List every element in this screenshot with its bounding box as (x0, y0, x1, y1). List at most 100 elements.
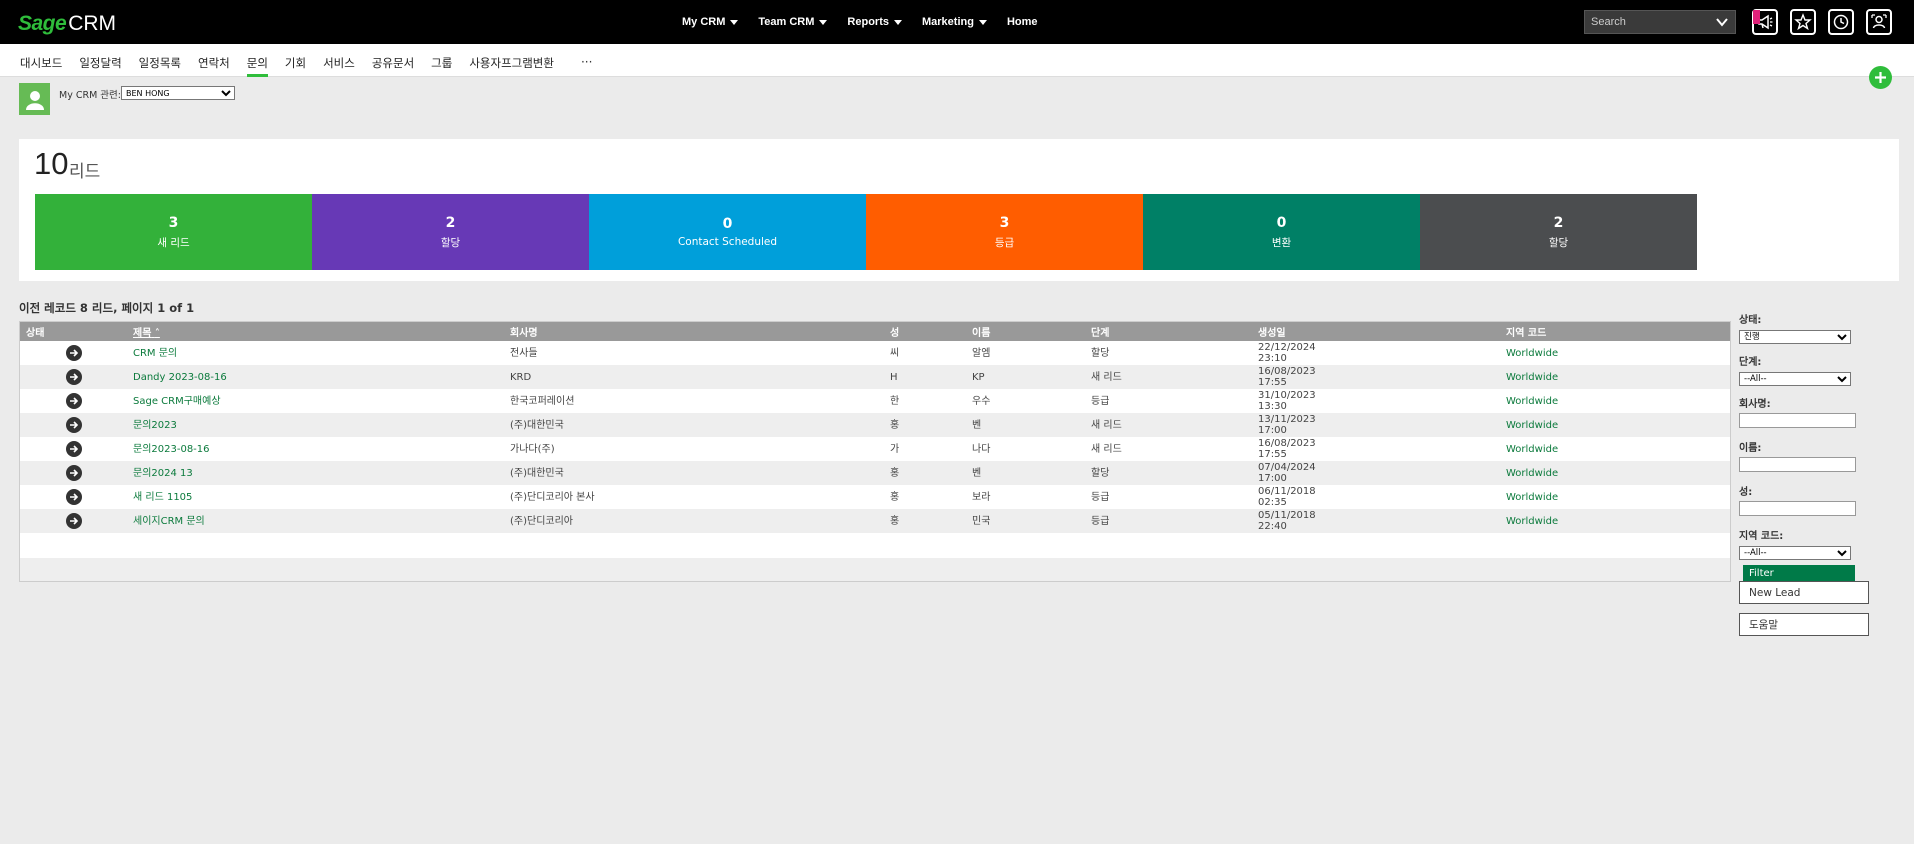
tab-shared-documents[interactable]: 공유문서 (372, 55, 414, 77)
last-name-filter-input[interactable] (1739, 501, 1856, 516)
stage-tile-assigned[interactable]: 2 할당 (312, 194, 589, 270)
stage-tile-contact-scheduled[interactable]: 0 Contact Scheduled (589, 194, 866, 270)
column-header-last-name[interactable]: 성 (884, 322, 966, 341)
lead-title-link[interactable]: 새 리드 1105 (133, 492, 192, 503)
stage-tile-grade[interactable]: 3 등급 (866, 194, 1143, 270)
chevron-down-icon[interactable] (1715, 15, 1729, 29)
created-date: 06/11/2018 (1258, 486, 1316, 497)
lead-title-link[interactable]: 문의2023-08-16 (133, 444, 210, 455)
stage-tile-new-lead[interactable]: 3 새 리드 (35, 194, 312, 270)
column-header-status[interactable]: 상태 (20, 322, 127, 341)
region-link[interactable]: Worldwide (1506, 516, 1558, 527)
stage-cell: 등급 (1091, 491, 1110, 503)
company-filter-input[interactable] (1739, 413, 1856, 428)
created-time: 13:30 (1258, 401, 1287, 412)
stage-filter-select[interactable]: --All-- (1739, 372, 1851, 386)
top-bar: SageCRM My CRM Team CRM Reports Marketin… (0, 0, 1914, 44)
created-time: 17:00 (1258, 473, 1287, 484)
topnav-reports[interactable]: Reports (847, 16, 902, 28)
arrow-right-circle-icon[interactable] (66, 345, 82, 361)
new-lead-button[interactable]: New Lead (1739, 581, 1869, 604)
status-cell (20, 389, 127, 413)
created-date: 05/11/2018 (1258, 510, 1316, 521)
region-link[interactable]: Worldwide (1506, 420, 1558, 431)
arrow-right-circle-icon[interactable] (66, 465, 82, 481)
region-filter-select[interactable]: --All-- (1739, 546, 1851, 560)
company-filter-label: 회사명: (1739, 399, 1771, 410)
topnav-home[interactable]: Home (1007, 16, 1038, 28)
region-link[interactable]: Worldwide (1506, 444, 1558, 455)
column-header-title[interactable]: 제목 ˄ (127, 322, 504, 341)
region-link[interactable]: Worldwide (1506, 396, 1558, 407)
region-link[interactable]: Worldwide (1506, 492, 1558, 503)
lead-title-link[interactable]: CRM 문의 (133, 348, 177, 359)
created-date: 16/08/2023 (1258, 438, 1316, 449)
tab-schedule-list[interactable]: 일정목록 (139, 55, 181, 77)
created-cell: 06/11/2018 02:35 (1252, 485, 1500, 509)
tab-calendar[interactable]: 일정달력 (79, 55, 121, 77)
tab-user-program-conversion[interactable]: 사용자프그램변환 (469, 55, 554, 77)
lead-title-link[interactable]: 문의2024 13 (133, 468, 193, 479)
stage-tile-assigned-2[interactable]: 2 할당 (1420, 194, 1697, 270)
title-cell: 문의2024 13 (127, 461, 504, 485)
arrow-right-circle-icon[interactable] (66, 417, 82, 433)
region-link[interactable]: Worldwide (1506, 372, 1558, 383)
recent-history-icon[interactable] (1828, 9, 1854, 35)
lead-title-link[interactable]: Dandy 2023-08-16 (133, 372, 227, 383)
filter-button[interactable]: Filter (1743, 565, 1855, 582)
topnav-marketing[interactable]: Marketing (922, 16, 987, 28)
region-cell: Worldwide (1500, 413, 1730, 437)
created-cell: 05/11/2018 22:40 (1252, 509, 1500, 533)
stage-tile-count: 2 (445, 214, 456, 231)
created-date: 16/08/2023 (1258, 366, 1316, 377)
tab-contacts[interactable]: 연락처 (198, 55, 230, 77)
column-header-label: 제목 (133, 328, 152, 339)
tab-dashboard[interactable]: 대시보드 (20, 55, 62, 77)
arrow-right-circle-icon[interactable] (66, 513, 82, 529)
stage-tile-converted[interactable]: 0 변환 (1143, 194, 1420, 270)
region-link[interactable]: Worldwide (1506, 348, 1558, 359)
column-header-company[interactable]: 회사명 (504, 322, 884, 341)
status-cell (20, 485, 127, 509)
column-header-stage[interactable]: 단계 (1085, 322, 1252, 341)
arrow-right-circle-icon[interactable] (66, 489, 82, 505)
stage-cell: 할당 (1085, 461, 1252, 485)
user-profile-icon[interactable] (1866, 9, 1892, 35)
first-name-filter-input[interactable] (1739, 457, 1856, 472)
tab-opportunities[interactable]: 기회 (285, 55, 306, 77)
search-input[interactable] (1585, 11, 1710, 33)
column-header-region[interactable]: 지역 코드 (1500, 322, 1730, 341)
context-label: My CRM 관련: (59, 90, 121, 101)
sage-crm-logo[interactable]: SageCRM (18, 12, 116, 36)
region-filter-label: 지역 코드: (1739, 531, 1784, 542)
arrow-right-circle-icon[interactable] (66, 369, 82, 385)
column-header-first-name[interactable]: 이름 (966, 322, 1085, 341)
arrow-right-circle-icon[interactable] (66, 441, 82, 457)
context-user-select[interactable]: BEN HONG (121, 86, 235, 100)
tab-groups[interactable]: 그룹 (431, 55, 452, 77)
title-cell: Sage CRM구매예상 (127, 389, 504, 413)
status-filter-select[interactable]: 진행 (1739, 330, 1851, 344)
lead-title-link[interactable]: 문의2023 (133, 420, 177, 431)
region-link[interactable]: Worldwide (1506, 468, 1558, 479)
created-date: 22/12/2024 (1258, 342, 1316, 353)
help-button[interactable]: 도움말 (1739, 613, 1869, 636)
more-tabs-button[interactable]: ··· (581, 55, 592, 77)
lead-title-link[interactable]: Sage CRM구매예상 (133, 396, 221, 407)
stage-tile-label: 할당 (1548, 236, 1569, 249)
star-icon[interactable] (1790, 9, 1816, 35)
add-new-button[interactable] (1869, 66, 1892, 89)
megaphone-icon[interactable] (1752, 9, 1778, 35)
tab-service[interactable]: 서비스 (323, 55, 355, 77)
topnav-team-crm[interactable]: Team CRM (758, 16, 828, 28)
created-date: 13/11/2023 (1258, 414, 1316, 425)
stage-tile-label: 등급 (994, 236, 1015, 249)
arrow-right-circle-icon[interactable] (66, 393, 82, 409)
column-header-created[interactable]: 생성일 (1252, 322, 1500, 341)
stage-cell: 새 리드 (1091, 443, 1122, 455)
topnav-my-crm[interactable]: My CRM (682, 16, 739, 28)
stage-tile-count: 0 (1276, 214, 1287, 231)
lead-title-link[interactable]: 세이지CRM 문의 (133, 516, 205, 527)
leads-table: 상태 제목 ˄ 회사명 성 이름 단계 생성일 지역 코드 CRM 문의 전사들… (19, 321, 1731, 582)
tab-leads[interactable]: 문의 (246, 55, 269, 77)
